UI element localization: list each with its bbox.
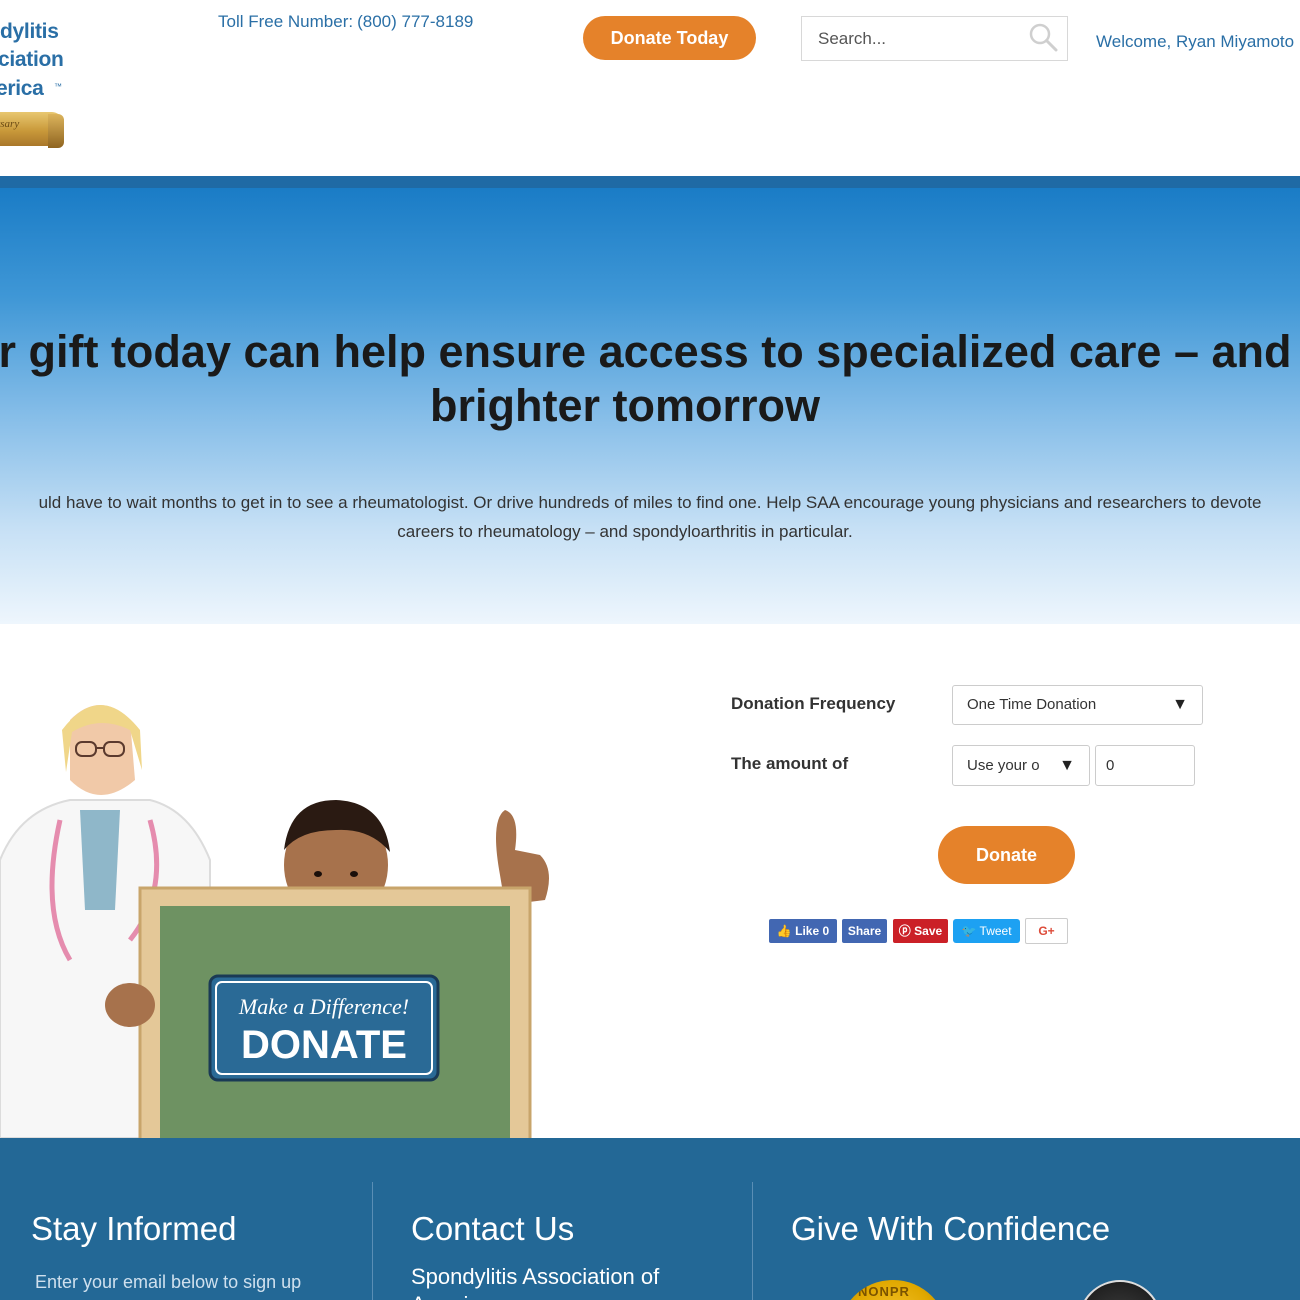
amount-input[interactable] (1095, 745, 1195, 786)
donation-frequency-label: Donation Frequency (731, 694, 896, 713)
contact-us-heading: Contact Us (411, 1210, 575, 1247)
toll-free-number: Toll Free Number: (800) 777-8189 (218, 12, 473, 32)
nonprofit-seal-text: NONPR (858, 1284, 910, 1299)
contact-org-name: Spondylitis Association of (411, 1264, 660, 1289)
facebook-like-label: Like 0 (795, 924, 830, 938)
twitter-bird-icon: 🐦 (961, 924, 977, 938)
stay-informed-heading: Stay Informed (31, 1210, 237, 1247)
contact-org-name-line-2: America (411, 1292, 492, 1300)
hero-title-line-1: ur gift today can help ensure access to … (0, 326, 1300, 377)
donate-today-button[interactable]: Donate Today (583, 16, 756, 60)
boy-hand (105, 983, 155, 1027)
header-divider-bar (0, 176, 1300, 188)
sign-donate-text: DONATE (241, 1023, 407, 1067)
logo-trademark: ™ (54, 82, 62, 91)
hero-banner: ur gift today can help ensure access to … (0, 188, 1300, 624)
logo-text-line-2: ciation (0, 48, 64, 71)
facebook-share-button[interactable]: Share (842, 919, 887, 943)
site-logo[interactable]: dylitis ciation erica ™ rsary (0, 14, 72, 154)
stay-informed-subtext: Enter your email below to sign up (35, 1272, 302, 1292)
twitter-tweet-label: Tweet (979, 924, 1012, 938)
logo-ribbon-text: rsary (0, 118, 20, 130)
pinterest-save-button[interactable]: ⓟ Save (893, 919, 948, 943)
amount-label: The amount of (731, 754, 849, 773)
amount-type-select[interactable]: Use your o ▼ (952, 745, 1090, 786)
toll-free-phone-link[interactable]: (800) 777-8189 (357, 12, 473, 31)
footer-divider (752, 1182, 753, 1300)
search-input[interactable] (802, 17, 1022, 60)
give-with-confidence-heading: Give With Confidence (791, 1210, 1111, 1247)
pinterest-save-label: Save (914, 924, 943, 938)
caret-down-icon: ▼ (1172, 696, 1188, 713)
thumbs-up-icon: 👍 (776, 924, 792, 938)
twitter-tweet-button[interactable]: 🐦 Tweet (953, 919, 1020, 943)
donate-illustration: Make a Difference! DONATE (0, 705, 549, 1138)
hero-text-line-1: uld have to wait months to get in to see… (38, 493, 1262, 512)
logo-text-line-1: dylitis (0, 20, 59, 43)
pinterest-icon: ⓟ (898, 924, 911, 938)
amount-type-value: Use your o (967, 757, 1040, 774)
google-plus-button[interactable]: G+ (1025, 918, 1068, 944)
logo-ribbon-end (48, 114, 64, 148)
donation-frequency-value: One Time Donation (967, 696, 1097, 713)
donate-sign: Make a Difference! DONATE (208, 974, 440, 1082)
toll-free-label: Toll Free Number: (218, 12, 354, 31)
hero-text-line-2: careers to rheumatology – and spondyloar… (397, 522, 853, 541)
footer-divider (372, 1182, 373, 1300)
hero-title-line-2: brighter tomorrow (430, 380, 820, 431)
donate-button[interactable]: Donate (938, 826, 1075, 884)
sign-script-text: Make a Difference! (238, 994, 409, 1019)
caret-down-icon: ▼ (1059, 757, 1075, 774)
welcome-user-link[interactable]: Welcome, Ryan Miyamoto (1096, 32, 1300, 52)
logo-text-line-3: erica (0, 77, 44, 100)
donation-frequency-select[interactable]: One Time Donation ▼ (952, 685, 1203, 725)
facebook-like-button[interactable]: 👍 Like 0 (769, 919, 837, 943)
search-icon[interactable] (1028, 22, 1058, 52)
